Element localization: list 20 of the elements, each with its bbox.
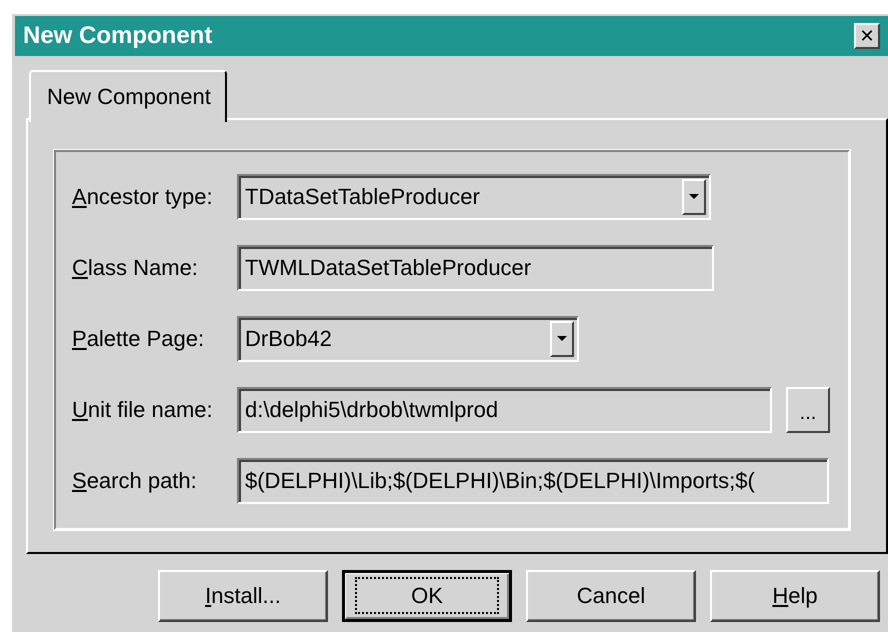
dialog-button[interactable]: OK	[342, 570, 512, 622]
close-button[interactable]: ✕	[854, 23, 880, 49]
field-label: Unit file name:	[72, 397, 214, 423]
dialog-button[interactable]: Install...	[158, 570, 328, 622]
input-field[interactable]: $(DELPHI)\Lib;$(DELPHI)\Bin;$(DELPHI)\Imports;$(	[237, 458, 829, 504]
tab[interactable]: New Component	[29, 70, 227, 122]
field-label: Palette Page:	[72, 326, 206, 352]
field-label: Search path:	[72, 468, 198, 494]
dropdown-field[interactable]: TDataSetTableProducer	[237, 174, 711, 220]
field-label: Class Name:	[72, 255, 199, 281]
input-field[interactable]: d:\delphi5\drbob\twmlprod	[237, 387, 772, 433]
input-field[interactable]: TWMLDataSetTableProducer	[237, 245, 714, 291]
dropdown-arrow-icon[interactable]	[689, 194, 699, 200]
dropdown-arrow-icon[interactable]	[557, 336, 567, 342]
window-title: New Component	[23, 22, 212, 50]
dialog-button[interactable]: Help	[710, 570, 880, 622]
dropdown-field[interactable]: DrBob42	[237, 316, 579, 362]
dialog-button[interactable]: Cancel	[526, 570, 696, 622]
browse-button[interactable]: ...	[786, 387, 830, 433]
field-label: Ancestor type:	[72, 184, 214, 210]
